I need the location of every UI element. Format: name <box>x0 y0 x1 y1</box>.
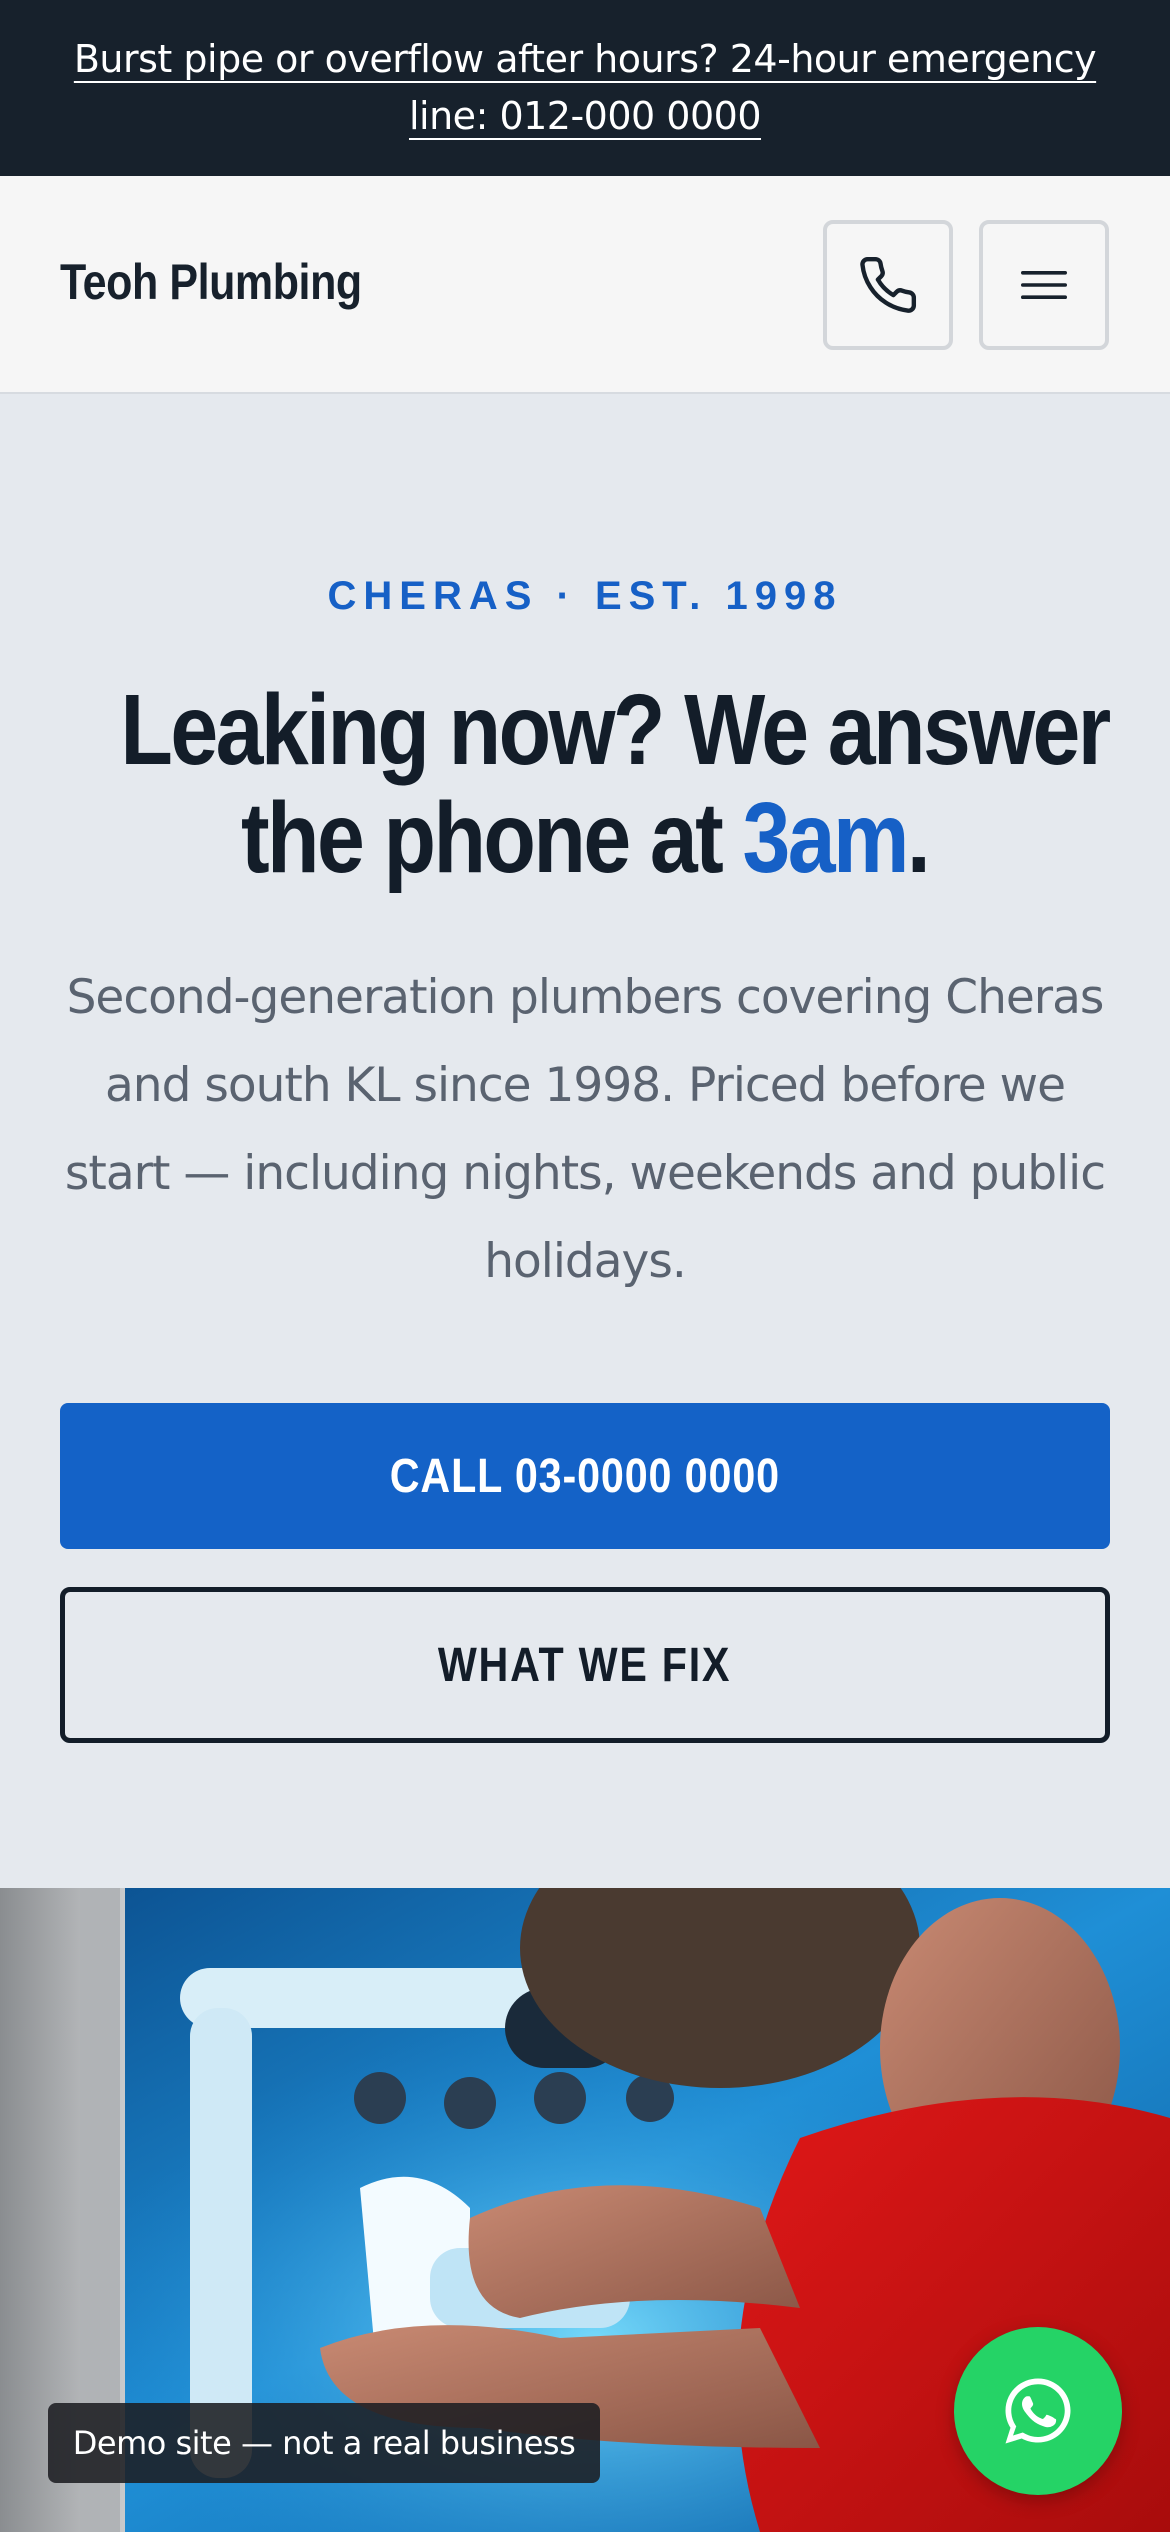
headline-line-1: Leaking now? We answer <box>120 674 1111 786</box>
demo-site-badge: Demo site — not a real business <box>48 2403 600 2483</box>
hero-description: Second-generation plumbers covering Cher… <box>64 970 1106 1289</box>
hero-section: CHERAS · EST. 1998 Leaking now? We answe… <box>0 394 1170 1888</box>
what-we-fix-label: WHAT WE FIX <box>438 1638 732 1692</box>
whatsapp-icon <box>1005 2378 1071 2444</box>
brand-logo[interactable]: Teoh Plumbing <box>60 248 362 316</box>
phone-icon <box>860 256 917 313</box>
emergency-line-link[interactable]: Burst pipe or overflow after hours? 24-h… <box>70 31 1100 145</box>
call-now-label: CALL 03-0000 0000 <box>389 1449 781 1503</box>
headline-prefix: the phone at <box>241 782 743 894</box>
whatsapp-button[interactable] <box>954 2327 1122 2495</box>
menu-button[interactable] <box>979 220 1109 350</box>
headline-line-2: the phone at 3am. <box>241 782 931 894</box>
headline-suffix: . <box>907 782 931 894</box>
call-now-button[interactable]: CALL 03-0000 0000 <box>60 1403 1110 1549</box>
hero-eyebrow: CHERAS · EST. 1998 <box>327 574 843 618</box>
hamburger-menu-icon <box>1021 271 1067 299</box>
what-we-fix-button[interactable]: WHAT WE FIX <box>60 1587 1110 1743</box>
headline-accent: 3am <box>742 782 910 894</box>
emergency-banner: Burst pipe or overflow after hours? 24-h… <box>0 0 1170 176</box>
site-header: Teoh Plumbing <box>0 176 1170 394</box>
call-button[interactable] <box>823 220 953 350</box>
hero-headline: Leaking now? We answer the phone at 3am. <box>40 676 1130 892</box>
